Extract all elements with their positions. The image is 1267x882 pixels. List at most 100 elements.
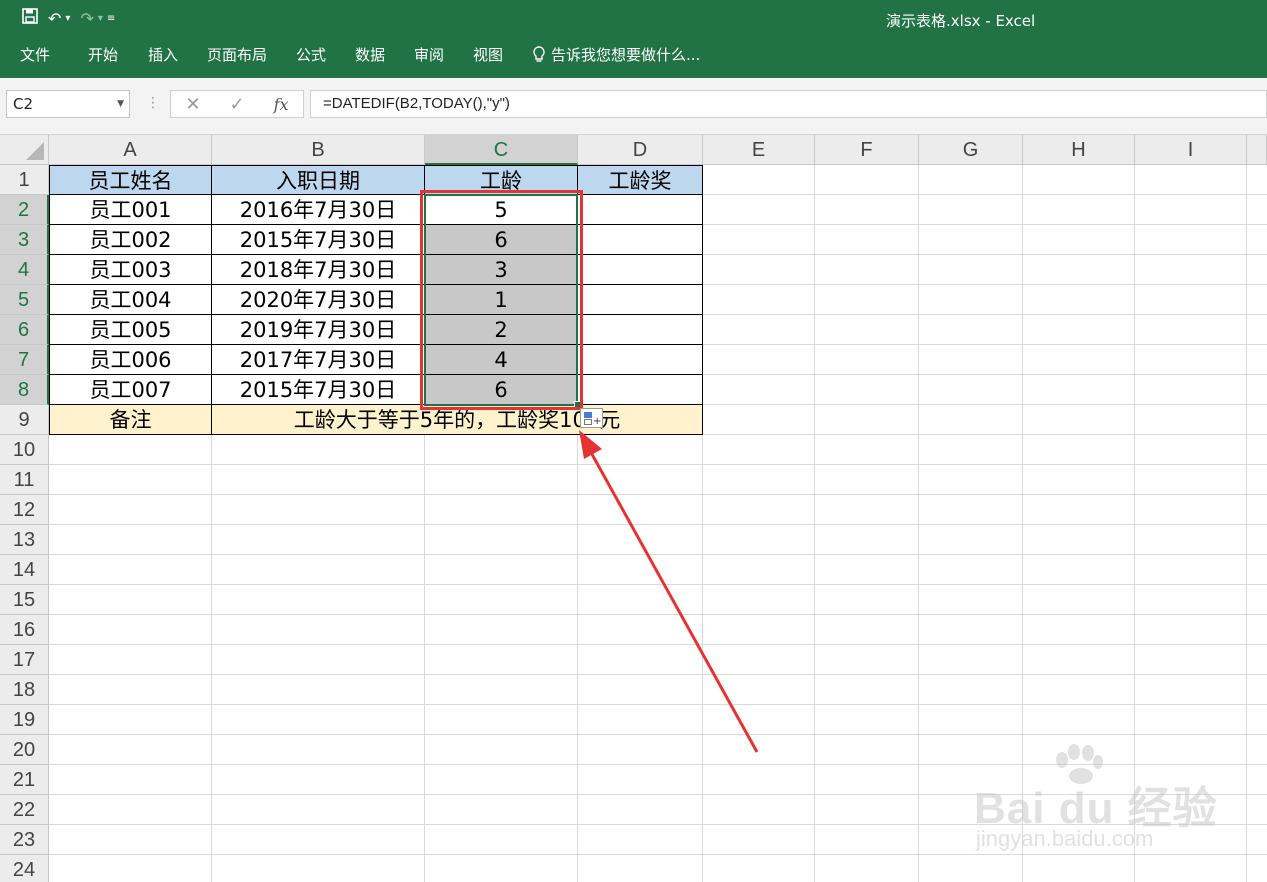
tab-file[interactable]: 文件 [20,44,50,66]
column-header-b[interactable]: B [212,135,425,165]
cell-a3[interactable]: 员工002 [49,225,212,255]
column-header-e[interactable]: E [703,135,815,165]
cell-b7[interactable]: 2017年7月30日 [212,345,425,375]
cell-d6[interactable] [578,315,703,345]
undo-dropdown-icon[interactable]: ▾ [65,9,70,29]
cell-b2[interactable]: 2016年7月30日 [212,195,425,225]
column-header-d[interactable]: D [578,135,703,165]
tell-me-text: 告诉我您想要做什么... [551,46,701,64]
insert-function-icon[interactable]: fx [274,95,289,114]
cell-d1[interactable]: 工龄奖 [578,165,703,195]
tab-data[interactable]: 数据 [355,44,385,66]
redo-dropdown-icon[interactable]: ▾ [98,9,103,29]
tab-formulas[interactable]: 公式 [296,44,326,66]
fill-handle[interactable] [574,401,581,408]
cell-b4[interactable]: 2018年7月30日 [212,255,425,285]
cell-a8[interactable]: 员工007 [49,375,212,405]
row-header-20[interactable]: 20 [0,735,49,765]
column-header-i[interactable]: I [1135,135,1247,165]
cell-d5[interactable] [578,285,703,315]
cell-a6[interactable]: 员工005 [49,315,212,345]
row-header-2[interactable]: 2 [0,195,49,225]
cell-d8[interactable] [578,375,703,405]
row-header-11[interactable]: 11 [0,465,49,495]
column-header-c[interactable]: C [425,135,578,165]
cell-d2[interactable] [578,195,703,225]
column-header-g[interactable]: G [919,135,1023,165]
cell-c8[interactable]: 6 [425,375,578,405]
cell-c7[interactable]: 4 [425,345,578,375]
row-header-3[interactable]: 3 [0,225,49,255]
cell-c2[interactable]: 5 [425,195,578,225]
row-header-6[interactable]: 6 [0,315,49,345]
cell-a1[interactable]: 员工姓名 [49,165,212,195]
undo-icon[interactable]: ↶ [48,9,61,29]
enter-icon[interactable]: ✓ [230,94,245,115]
row-header-7[interactable]: 7 [0,345,49,375]
row-header-17[interactable]: 17 [0,645,49,675]
row-header-5[interactable]: 5 [0,285,49,315]
cell-b3[interactable]: 2015年7月30日 [212,225,425,255]
row-header-22[interactable]: 22 [0,795,49,825]
cell-d7[interactable] [578,345,703,375]
row-header-15[interactable]: 15 [0,585,49,615]
row-header-12[interactable]: 12 [0,495,49,525]
row-header-13[interactable]: 13 [0,525,49,555]
row-header-24[interactable]: 24 [0,855,49,882]
quick-analysis-icon [584,412,592,418]
cell-a7[interactable]: 员工006 [49,345,212,375]
gridline [814,165,815,882]
row-header-8[interactable]: 8 [0,375,49,405]
cell-c4[interactable]: 3 [425,255,578,285]
row-header-19[interactable]: 19 [0,705,49,735]
column-header-partial[interactable] [1247,135,1267,165]
tab-page-layout[interactable]: 页面布局 [207,44,267,66]
row-header-21[interactable]: 21 [0,765,49,795]
cell-c3[interactable]: 6 [425,225,578,255]
row-header-9[interactable]: 9 [0,405,49,435]
cell-d4[interactable] [578,255,703,285]
quick-analysis-icon-plus: + [593,416,602,427]
gridline [1022,165,1023,882]
name-box[interactable]: C2 ▼ [6,90,130,118]
cell-c1[interactable]: 工龄 [425,165,578,195]
cell-b8[interactable]: 2015年7月30日 [212,375,425,405]
row-header-4[interactable]: 4 [0,255,49,285]
tell-me-search[interactable]: 告诉我您想要做什么... [532,44,700,66]
column-header-h[interactable]: H [1023,135,1135,165]
cell-c6[interactable]: 2 [425,315,578,345]
name-box-dropdown-icon[interactable]: ▼ [117,91,124,117]
cell-c5[interactable]: 1 [425,285,578,315]
cell-d3[interactable] [578,225,703,255]
tab-insert[interactable]: 插入 [148,44,178,66]
cell-b1[interactable]: 入职日期 [212,165,425,195]
redo-icon[interactable]: ↷ [80,9,93,29]
row-header-1[interactable]: 1 [0,165,49,195]
name-box-value: C2 [13,95,34,113]
cell-b5[interactable]: 2020年7月30日 [212,285,425,315]
column-header-f[interactable]: F [815,135,919,165]
save-icon[interactable] [22,8,38,29]
tab-review[interactable]: 审阅 [414,44,444,66]
row-header-16[interactable]: 16 [0,615,49,645]
select-all-button[interactable] [0,135,49,165]
cell-a2[interactable]: 员工001 [49,195,212,225]
cell-a5[interactable]: 员工004 [49,285,212,315]
cancel-icon[interactable]: ✕ [185,94,200,115]
customize-toolbar-icon[interactable]: ≡ [107,9,115,29]
cell-a9[interactable]: 备注 [49,405,212,435]
cell-b6[interactable]: 2019年7月30日 [212,315,425,345]
row-header-23[interactable]: 23 [0,825,49,855]
quick-analysis-button[interactable]: + [580,408,603,428]
formula-input[interactable]: =DATEDIF(B2,TODAY(),"y") [310,90,1267,118]
column-header-a[interactable]: A [49,135,212,165]
tab-home[interactable]: 开始 [88,44,118,66]
tab-view[interactable]: 视图 [473,44,503,66]
cell-b9-merged[interactable]: 工龄大于等于5年的，工龄奖100元 [212,405,703,435]
formula-buttons: ✕ ✓ fx [170,90,304,118]
cell-a4[interactable]: 员工003 [49,255,212,285]
gridline [1134,165,1135,882]
row-header-10[interactable]: 10 [0,435,49,465]
row-header-18[interactable]: 18 [0,675,49,705]
row-header-14[interactable]: 14 [0,555,49,585]
